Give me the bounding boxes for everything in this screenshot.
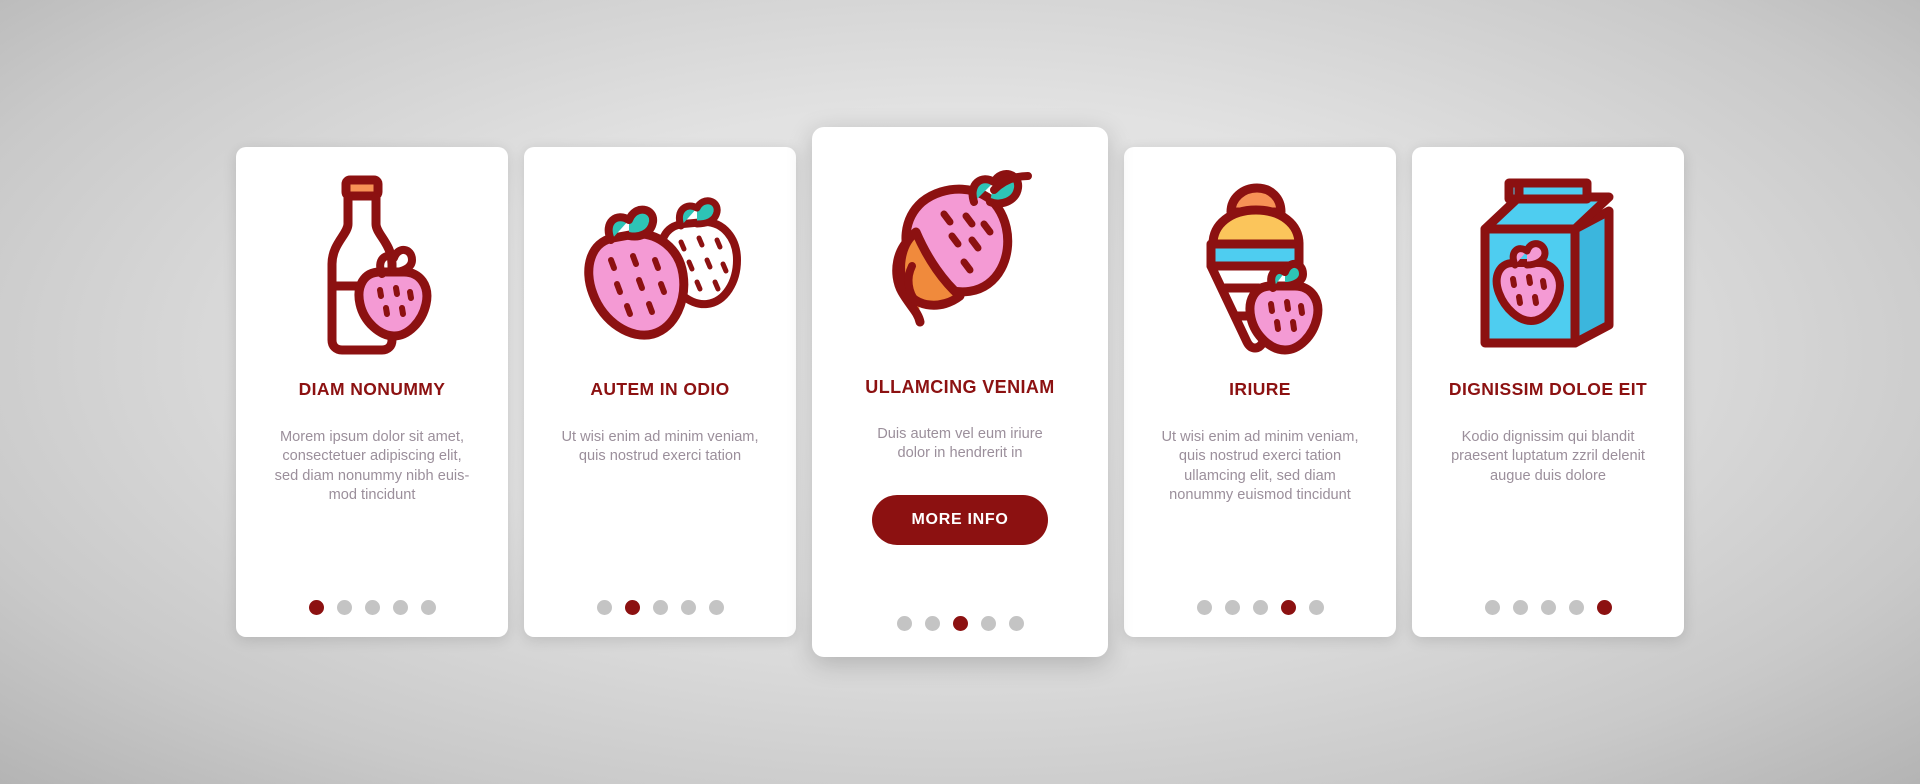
milk-carton-strawberry-icon [1412, 147, 1684, 379]
pagination-dot[interactable] [980, 616, 996, 631]
onboarding-screens-row: DIAM NONUMMY Morem ipsum dolor sit amet,… [0, 0, 1920, 784]
pagination-dot[interactable] [1540, 600, 1556, 615]
pagination-dot[interactable] [596, 600, 612, 615]
onboarding-card-1[interactable]: DIAM NONUMMY Morem ipsum dolor sit amet,… [236, 147, 508, 637]
ice-cream-cone-strawberry-icon [1124, 147, 1396, 379]
onboarding-card-2[interactable]: AUTEM IN ODIO Ut wisi enim ad minim veni… [524, 147, 796, 637]
pagination-dot[interactable] [1008, 616, 1024, 631]
pagination-dot[interactable] [1568, 600, 1584, 615]
card-body-text: Kodio dignissim qui blandit praesent lup… [1451, 429, 1645, 484]
pagination-dots[interactable] [236, 600, 508, 615]
pagination-dot[interactable] [1224, 600, 1240, 615]
pagination-dot[interactable] [652, 600, 668, 615]
card-title: DIGNISSIM DOLOE EIT [1448, 379, 1648, 399]
pagination-dot[interactable] [392, 600, 408, 615]
pagination-dot[interactable] [952, 616, 968, 631]
pagination-dot[interactable] [364, 600, 380, 615]
pagination-dot[interactable] [336, 600, 352, 615]
card-title: AUTEM IN ODIO [590, 379, 730, 399]
onboarding-card-5[interactable]: DIGNISSIM DOLOE EIT Kodio dignissim qui … [1412, 147, 1684, 637]
chocolate-dipped-strawberry-icon [812, 127, 1108, 377]
pagination-dot[interactable] [896, 616, 912, 631]
pagination-dots[interactable] [812, 616, 1108, 631]
pagination-dots[interactable] [1412, 600, 1684, 615]
card-body-text: Morem ipsum dolor sit amet, consectetuer… [274, 429, 470, 504]
pagination-dot[interactable] [1512, 600, 1528, 615]
card-body-text: Ut wisi enim ad minim veniam, quis nostr… [561, 429, 759, 465]
pagination-dot[interactable] [624, 600, 640, 615]
onboarding-card-3-featured[interactable]: ULLAMCING VENIAM Duis autem vel eum iriu… [812, 127, 1108, 657]
card-title: ULLAMCING VENIAM [865, 377, 1055, 397]
pagination-dot[interactable] [1596, 600, 1612, 615]
soda-bottle-strawberry-icon [236, 147, 508, 379]
pagination-dot[interactable] [1280, 600, 1296, 615]
pagination-dot[interactable] [420, 600, 436, 615]
pagination-dots[interactable] [524, 600, 796, 615]
card-body-text: Ut wisi enim ad minim veniam, quis nostr… [1161, 429, 1359, 504]
pagination-dot[interactable] [924, 616, 940, 631]
card-title: IRIURE [1229, 379, 1291, 399]
more-info-button[interactable]: MORE INFO [871, 495, 1049, 546]
pagination-dot[interactable] [1484, 600, 1500, 615]
pagination-dot[interactable] [1196, 600, 1212, 615]
pagination-dot[interactable] [1252, 600, 1268, 615]
two-strawberries-icon [524, 147, 796, 379]
pagination-dot[interactable] [308, 600, 324, 615]
pagination-dot[interactable] [1308, 600, 1324, 615]
card-body-text: Duis autem vel eum iriure dolor in hendr… [877, 425, 1043, 461]
pagination-dots[interactable] [1124, 600, 1396, 615]
onboarding-card-4[interactable]: IRIURE Ut wisi enim ad minim veniam, qui… [1124, 147, 1396, 637]
pagination-dot[interactable] [708, 600, 724, 615]
pagination-dot[interactable] [680, 600, 696, 615]
card-title: DIAM NONUMMY [298, 379, 446, 399]
